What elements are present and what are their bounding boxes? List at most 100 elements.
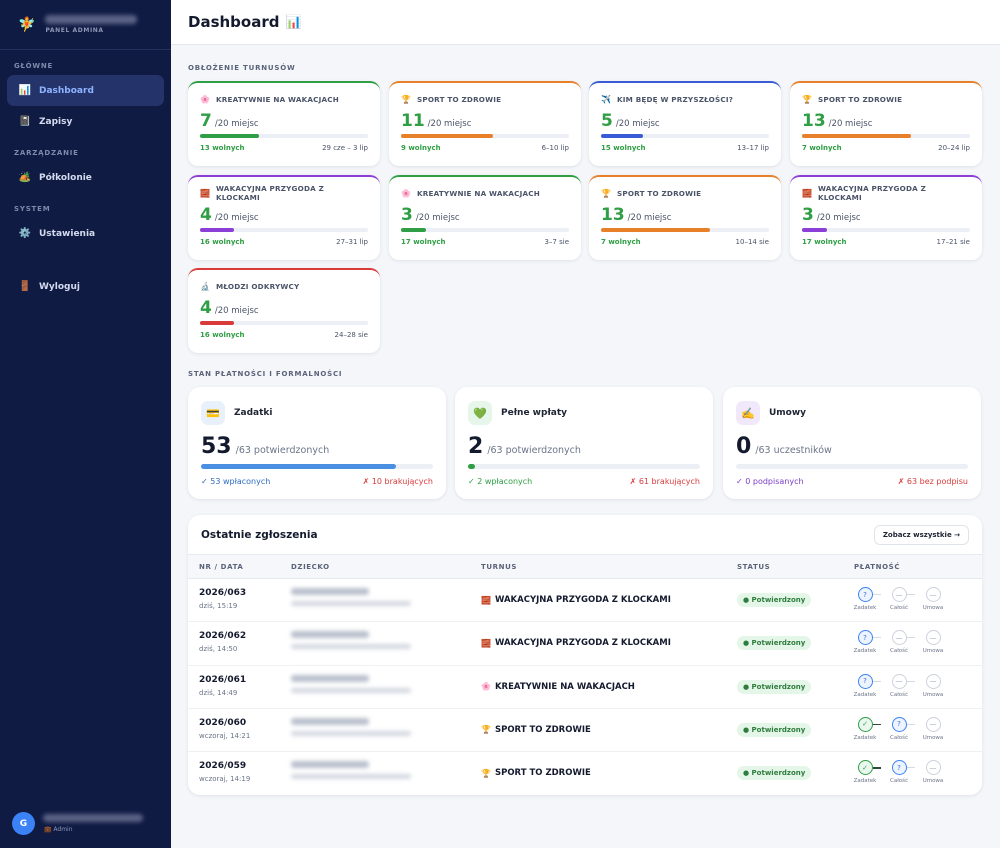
occupancy-bar [802, 134, 970, 138]
table-row[interactable]: 2026/060 wczoraj, 14:21 🏆 SPORT TO ZDROWIE… [188, 709, 982, 753]
view-all-button[interactable]: Zobacz wszystkie → [873, 524, 969, 545]
turnus-icon: 🔬 [200, 281, 211, 291]
table-header: NR / DATA DZIECKO TURNUS STATUS PŁATNOŚĆ [188, 554, 982, 579]
child-redacted [291, 588, 411, 606]
payment-icon: 💚 [468, 401, 492, 425]
sidebar-item-label: Półkolonie [39, 172, 92, 183]
user-name-redacted [43, 814, 143, 822]
registration-number: 2026/059 [199, 761, 247, 772]
door-icon: 🚪 [18, 281, 32, 292]
turnus-card[interactable]: ✈️ KIM BĘDĘ W PRZYSZŁOŚCI? 5/20 miejsc 15… [589, 81, 781, 166]
payment-step: ? Całość [882, 716, 916, 741]
free-label: wolnych [212, 144, 245, 152]
capacity-label: /20 miejsc [214, 306, 259, 316]
table-row[interactable]: 2026/061 dziś, 14:49 🌸 KREATYWNIE NA WAKAC… [188, 666, 982, 709]
occupancy-bar [200, 321, 368, 325]
payment-step: — Umowa [916, 760, 950, 784]
table-row[interactable]: 2026/063 dziś, 15:19 🧱 WAKACYJNA PRZYGODA … [188, 579, 982, 623]
payment-progress-bar [736, 464, 968, 469]
registration-number: 2026/063 [199, 588, 247, 598]
turnus-card[interactable]: 🧱 WAKACYJNA PRZYGODA Z KLOCKAMI 4/20 miej… [188, 175, 380, 260]
payment-card[interactable]: 💳 Zadatki 53/63 potwierdzonych ✓ 53 wpłac… [188, 387, 446, 499]
turnus-card[interactable]: 🌸 KREATYWNIE NA WAKACJACH 3/20 miejsc 17 … [389, 175, 581, 260]
turnus-dates: 17–21 sie [936, 238, 970, 246]
free-count: 16 [200, 331, 210, 339]
payment-step: — Umowa [916, 673, 950, 698]
payment-total: /63 uczestników [755, 445, 832, 456]
turnus-card[interactable]: 🏆 SPORT TO ZDROWIE 13/20 miejsc 7 wolnych… [589, 175, 781, 260]
turnus-card[interactable]: 🔬 MŁODZI ODKRYWCY 4/20 miejsc 16 wolnych 2… [188, 268, 380, 353]
payment-steps: ✓ Zadatek? Całość — Umowa [848, 716, 950, 741]
sidebar-item-label: Zapisy [39, 116, 73, 127]
sidebar-item-dashboard[interactable]: 📊 Dashboard [7, 75, 164, 106]
user-role: Admin [53, 826, 73, 833]
turnus-name: WAKACYJNA PRZYGODA Z KLOCKAMI [494, 595, 671, 605]
table-body: 2026/063 dziś, 15:19 🧱 WAKACYJNA PRZYGODA … [188, 579, 982, 795]
occupancy-bar-fill [601, 228, 711, 232]
payment-missing-text: ✗ 61 brakujących [629, 477, 700, 486]
logout-button[interactable]: 🚪 Wyloguj [7, 271, 164, 302]
turnus-count: 3 [802, 205, 814, 225]
status-badge: ● Potwierdzony [737, 679, 812, 694]
payment-missing-text: ✗ 63 bez podpisu [897, 477, 968, 486]
sidebar-item-polkolonie[interactable]: 🏕️ Półkolonie [7, 162, 164, 193]
step-label: Całość [889, 605, 909, 611]
turnus-card[interactable]: 🏆 SPORT TO ZDROWIE 11/20 miejsc 9 wolnych… [389, 81, 581, 166]
turnus-card[interactable]: 🌸 KREATYWNIE NA WAKACJACH 7/20 miejsc 13 … [188, 81, 380, 166]
step-connector [907, 637, 915, 639]
free-label: wolnych [809, 144, 842, 152]
capacity-label: /20 miejsc [427, 119, 472, 129]
zapisy-icon: 📓 [18, 116, 32, 127]
step-label: Umowa [922, 778, 944, 785]
payment-step: ? Zadatek [848, 673, 882, 698]
turnus-dates: 20–24 lip [938, 144, 970, 152]
turnus-icon: 🌸 [401, 188, 412, 198]
capacity-label: /20 miejsc [214, 119, 259, 129]
brand: 🧚 PANEL ADMINA [0, 0, 171, 50]
capacity-label: /20 miejsc [214, 213, 259, 223]
turnus-name: WAKACYJNA PRZYGODA Z KLOCKAMI [216, 184, 325, 202]
payment-title: Umowy [769, 408, 807, 418]
payment-ok-text: ✓ 53 wpłaconych [201, 477, 271, 486]
occupancy-bar-fill [200, 134, 259, 138]
user-profile[interactable]: G 💼 Admin [12, 812, 143, 835]
capacity-label: /20 miejsc [415, 213, 460, 223]
payment-card[interactable]: ✍️ Umowy 0/63 uczestników ✓ 0 podpisanych… [723, 387, 981, 499]
step-label: Zadatek [853, 734, 877, 741]
table-row[interactable]: 2026/059 wczoraj, 14:19 🏆 SPORT TO ZDROWIE… [188, 752, 982, 795]
sidebar-item-ustawienia[interactable]: ⚙️ Ustawienia [7, 218, 164, 249]
payment-card[interactable]: 💚 Pełne wpłaty 2/63 potwierdzonych ✓ 2 wp… [455, 387, 713, 499]
occupancy-bar-fill [802, 228, 828, 232]
turnus-name: WAKACYJNA PRZYGODA Z KLOCKAMI [494, 638, 671, 649]
turnus-count: 3 [401, 205, 413, 225]
registration-number: 2026/060 [199, 717, 247, 728]
main-content: Dashboard 📊 OBŁOŻENIE TURNUSÓW 🌸 KREATYWN… [171, 0, 1000, 848]
table-row[interactable]: 2026/062 dziś, 14:50 🧱 WAKACYJNA PRZYGODA … [188, 622, 982, 666]
sidebar-item-zapisy[interactable]: 📓 Zapisy [7, 106, 164, 137]
step-label: Umowa [922, 648, 944, 655]
recent-registrations: Ostatnie zgłoszenia Zobacz wszystkie → N… [188, 515, 982, 795]
ustawienia-icon: ⚙️ [18, 228, 32, 239]
recent-title: Ostatnie zgłoszenia [201, 528, 318, 541]
turnus-card[interactable]: 🧱 WAKACYJNA PRZYGODA Z KLOCKAMI 3/20 miej… [790, 175, 982, 260]
step-status-icon: — [925, 716, 941, 732]
occupancy-bar-fill [802, 134, 912, 138]
payment-icon: ✍️ [736, 401, 760, 425]
sidebar-item-label: Dashboard [39, 85, 94, 96]
turnus-icon: ✈️ [601, 94, 612, 104]
step-status-icon: ? [857, 630, 873, 646]
page-title: Dashboard [188, 13, 280, 31]
payment-step: ? Całość [882, 760, 916, 784]
step-status-icon: — [925, 760, 941, 776]
step-label: Umowa [922, 691, 944, 698]
turnus-icon: 🌸 [481, 682, 491, 692]
child-redacted [291, 717, 411, 736]
step-connector [907, 767, 915, 769]
avatar: G [12, 812, 35, 835]
turnus-icon: 🏆 [481, 725, 491, 735]
registration-number: 2026/061 [199, 674, 247, 685]
capacity-label: /20 miejsc [627, 213, 672, 223]
turnus-card[interactable]: 🏆 SPORT TO ZDROWIE 13/20 miejsc 7 wolnych… [790, 81, 982, 166]
step-connector [873, 594, 881, 595]
step-connector [907, 594, 915, 595]
